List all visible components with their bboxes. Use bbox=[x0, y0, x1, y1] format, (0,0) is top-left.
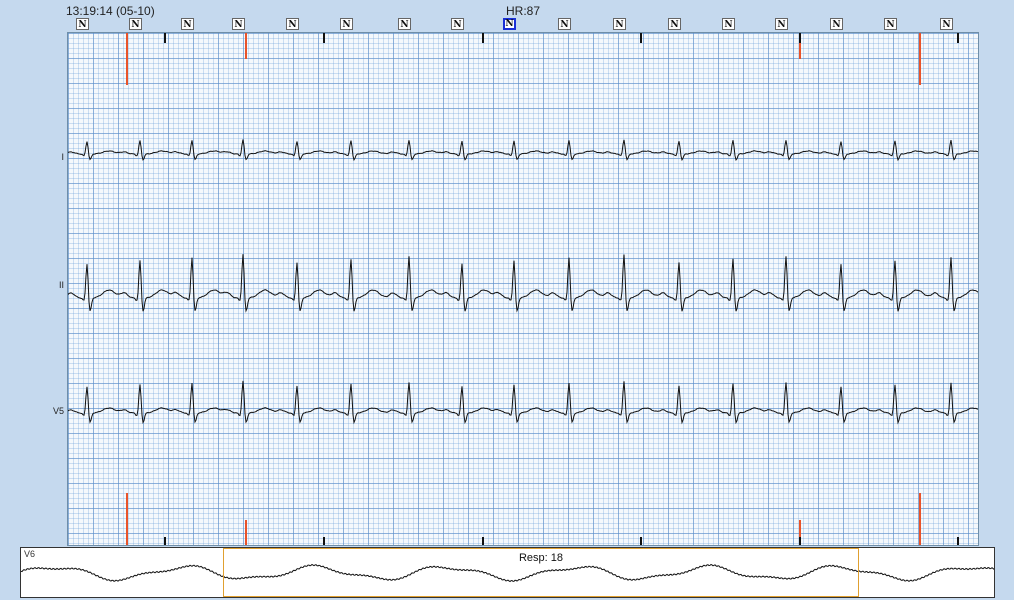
beat-marker[interactable]: N bbox=[668, 18, 681, 30]
beat-marker[interactable]: N bbox=[340, 18, 353, 30]
ecg-traces bbox=[68, 33, 978, 545]
ecg-strip-panel[interactable] bbox=[67, 32, 979, 546]
beat-marker[interactable]: N bbox=[181, 18, 194, 30]
resp-selection-window[interactable]: Resp: 18 bbox=[223, 548, 859, 597]
beat-marker[interactable]: N bbox=[286, 18, 299, 30]
beat-marker[interactable]: N bbox=[613, 18, 626, 30]
beat-marker[interactable]: N bbox=[232, 18, 245, 30]
beat-marker[interactable]: N bbox=[722, 18, 735, 30]
resp-rate-label: Resp: 18 bbox=[518, 552, 564, 564]
beat-marker[interactable]: N bbox=[884, 18, 897, 30]
beat-marker[interactable]: N bbox=[451, 18, 464, 30]
beat-marker[interactable]: N bbox=[398, 18, 411, 30]
trace-lead-i bbox=[68, 139, 978, 162]
beat-marker[interactable]: N bbox=[775, 18, 788, 30]
beat-marker[interactable]: N bbox=[830, 18, 843, 30]
beat-marker[interactable]: N bbox=[503, 18, 516, 30]
lead-label-ii: II bbox=[58, 280, 64, 290]
trace-lead-ii bbox=[68, 254, 978, 313]
resp-channel-label: V6 bbox=[24, 549, 36, 559]
beat-marker[interactable]: N bbox=[76, 18, 89, 30]
beat-marker[interactable]: N bbox=[129, 18, 142, 30]
lead-label-v5: V5 bbox=[52, 406, 64, 416]
trace-lead-v5 bbox=[68, 380, 978, 425]
heart-rate-readout: HR:87 bbox=[506, 4, 541, 18]
respiration-panel[interactable]: V6 Resp: 18 bbox=[20, 547, 995, 598]
lead-label-i: I bbox=[61, 152, 64, 162]
beat-marker[interactable]: N bbox=[558, 18, 571, 30]
record-timestamp: 13:19:14 (05-10) bbox=[66, 4, 155, 18]
beat-marker[interactable]: N bbox=[940, 18, 953, 30]
